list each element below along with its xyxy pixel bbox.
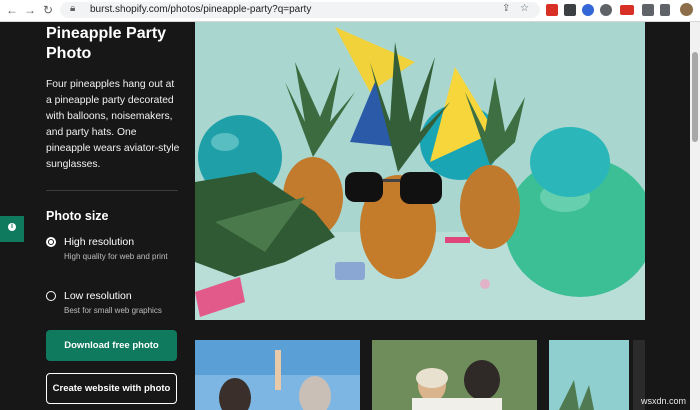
watermark: wsxdn.com (640, 396, 686, 406)
gear-icon[interactable] (600, 4, 612, 16)
photo-description: Four pineapples hang out at a pineapple … (46, 79, 180, 170)
divider (46, 190, 178, 191)
low-resolution-description: Best for small web graphics (64, 306, 162, 315)
low-resolution-label[interactable]: Low resolution (64, 290, 132, 302)
page-title: Pineapple Party Photo (46, 25, 167, 62)
profile-avatar[interactable] (680, 3, 693, 16)
side-tab[interactable]: i (0, 216, 24, 242)
bookmark-star-icon[interactable]: ☆ (520, 3, 529, 14)
lock-icon[interactable]: 🔒︎ (70, 3, 75, 14)
related-photo-3[interactable] (549, 340, 629, 410)
scrollbar-thumb[interactable] (692, 52, 698, 142)
low-resolution-radio[interactable] (46, 291, 56, 301)
browser-toolbar: ← → ↻ 🔒︎ burst.shopify.com/photos/pineap… (0, 0, 700, 22)
create-website-button[interactable]: Create website with photo (46, 373, 177, 404)
high-resolution-label[interactable]: High resolution (64, 236, 134, 248)
scrollbar[interactable] (690, 22, 700, 410)
address-bar[interactable]: 🔒︎ burst.shopify.com/photos/pineapple-pa… (60, 2, 540, 18)
list-icon[interactable] (660, 4, 670, 16)
share-icon[interactable]: ⇪ (502, 3, 510, 14)
forward-icon[interactable]: → (22, 2, 38, 18)
tags-extension-icon[interactable] (564, 4, 576, 16)
info-icon[interactable]: i (8, 223, 16, 231)
record-extension-icon[interactable] (620, 5, 634, 15)
download-button[interactable]: Download free photo (46, 330, 177, 361)
high-resolution-description: High quality for web and print (64, 252, 168, 261)
text-extension-icon[interactable] (546, 4, 558, 16)
page-content: i Pineapple Party Photo Four pineapples … (0, 22, 700, 410)
related-photo-1[interactable] (195, 340, 360, 410)
url-text: burst.shopify.com/photos/pineapple-party… (90, 4, 312, 15)
related-photo-2[interactable] (372, 340, 537, 410)
puzzle-icon[interactable] (642, 4, 654, 16)
high-resolution-radio[interactable] (46, 237, 56, 247)
main-photo[interactable] (195, 22, 645, 320)
photo-size-heading: Photo size (46, 209, 109, 223)
back-icon[interactable]: ← (4, 2, 20, 18)
reload-icon[interactable]: ↻ (40, 2, 56, 18)
settings-extension-icon[interactable] (582, 4, 594, 16)
